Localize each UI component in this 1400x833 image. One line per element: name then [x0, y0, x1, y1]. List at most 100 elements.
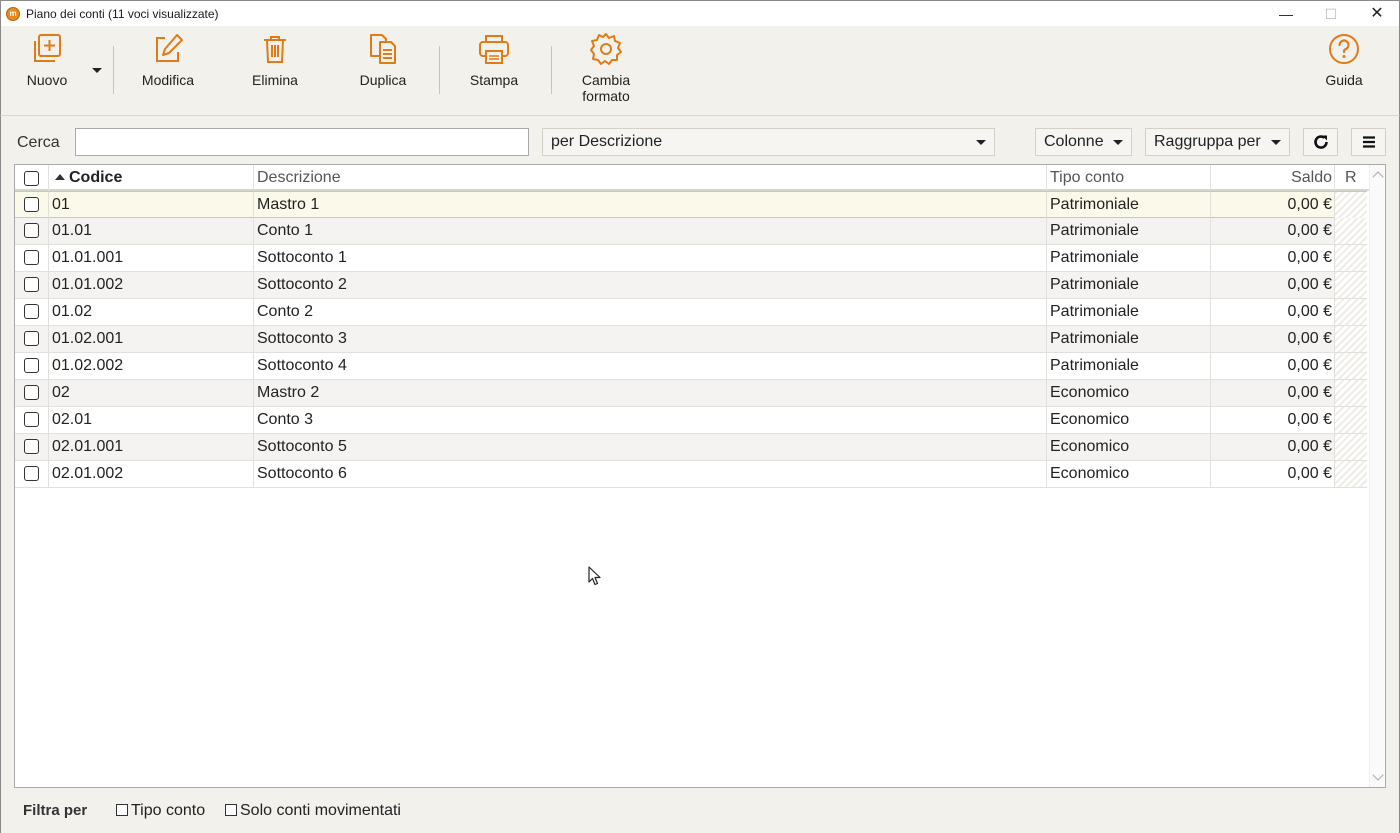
cell-r — [1335, 461, 1367, 487]
cell-code: 01.02.001 — [52, 330, 124, 347]
delete-button[interactable]: Elimina — [246, 32, 304, 112]
edit-button[interactable]: Modifica — [134, 32, 202, 112]
table-row[interactable]: 01.02 Conto 2 Patrimoniale 0,00 € — [15, 299, 1367, 326]
row-checkbox[interactable] — [24, 439, 39, 454]
close-button[interactable]: ✕ — [1354, 1, 1400, 27]
cell-account-type: Patrimoniale — [1050, 196, 1139, 213]
cell-r — [1335, 245, 1367, 271]
refresh-button[interactable] — [1303, 128, 1338, 156]
title-bar: m Piano dei conti (11 voci visualizzate)… — [0, 0, 1400, 26]
cell-description: Sottoconto 4 — [257, 357, 347, 374]
new-dropdown-chevron-icon[interactable] — [89, 64, 103, 78]
group-by-label: Raggruppa per — [1154, 133, 1261, 150]
cell-description: Sottoconto 3 — [257, 330, 347, 347]
columns-label: Colonne — [1044, 133, 1104, 150]
cell-balance: 0,00 € — [1287, 465, 1332, 482]
cell-description: Conto 1 — [257, 222, 314, 239]
row-checkbox[interactable] — [24, 223, 39, 238]
scroll-down-icon[interactable] — [1372, 769, 1384, 781]
table-row[interactable]: 02.01 Conto 3 Economico 0,00 € — [15, 407, 1367, 434]
cell-account-type: Economico — [1050, 438, 1130, 455]
cell-r — [1335, 272, 1367, 298]
cell-r — [1335, 380, 1367, 406]
row-checkbox[interactable] — [24, 331, 39, 346]
new-button[interactable]: Nuovo — [21, 32, 73, 112]
column-header-code[interactable]: Codice — [55, 165, 122, 191]
row-checkbox[interactable] — [24, 277, 39, 292]
column-header-balance[interactable]: Saldo — [1212, 165, 1332, 191]
row-checkbox[interactable] — [24, 385, 39, 400]
cell-account-type: Patrimoniale — [1050, 222, 1139, 239]
cell-account-type: Economico — [1050, 384, 1130, 401]
minimize-button[interactable]: — — [1263, 1, 1309, 27]
new-button-label: Nuovo — [26, 72, 68, 88]
help-button[interactable]: Guida — [1321, 32, 1367, 112]
vertical-scrollbar[interactable] — [1369, 165, 1385, 787]
cell-balance: 0,00 € — [1287, 357, 1332, 374]
print-button-label: Stampa — [469, 72, 519, 88]
table-row[interactable]: 01.02.001 Sottoconto 3 Patrimoniale 0,00 € — [15, 326, 1367, 353]
menu-button[interactable] — [1351, 128, 1386, 156]
cell-description: Sottoconto 1 — [257, 249, 347, 266]
cell-description: Mastro 1 — [257, 196, 320, 213]
column-header-type[interactable]: Tipo conto — [1050, 165, 1124, 191]
accounts-table: Codice Descrizione Tipo conto Saldo R 01… — [14, 164, 1386, 788]
maximize-button[interactable]: ☐ — [1308, 1, 1354, 27]
row-checkbox[interactable] — [24, 197, 39, 212]
row-checkbox[interactable] — [24, 412, 39, 427]
cell-r — [1335, 299, 1367, 325]
duplicate-button[interactable]: Duplica — [353, 32, 413, 112]
table-header: Codice Descrizione Tipo conto Saldo R — [15, 165, 1369, 191]
cell-account-type: Patrimoniale — [1050, 357, 1139, 374]
refresh-icon — [1313, 135, 1328, 149]
delete-button-label: Elimina — [252, 72, 298, 88]
sort-ascending-icon — [55, 174, 65, 180]
row-checkbox[interactable] — [24, 250, 39, 265]
table-row[interactable]: 01.02.002 Sottoconto 4 Patrimoniale 0,00 € — [15, 353, 1367, 380]
select-all-checkbox[interactable] — [24, 171, 39, 186]
table-row[interactable]: 02.01.001 Sottoconto 5 Economico 0,00 € — [15, 434, 1367, 461]
print-button[interactable]: Stampa — [464, 32, 524, 112]
cell-description: Sottoconto 6 — [257, 465, 347, 482]
table-row[interactable]: 01.01.001 Sottoconto 1 Patrimoniale 0,00 € — [15, 245, 1367, 272]
table-row[interactable]: 02 Mastro 2 Economico 0,00 € — [15, 380, 1367, 407]
table-row[interactable]: 01.01.002 Sottoconto 2 Patrimoniale 0,00 € — [15, 272, 1367, 299]
search-input[interactable] — [75, 128, 529, 156]
cell-balance: 0,00 € — [1287, 249, 1332, 266]
cell-account-type: Patrimoniale — [1050, 330, 1139, 347]
scroll-up-icon[interactable] — [1372, 171, 1384, 183]
cell-r — [1335, 218, 1367, 244]
group-by-dropdown[interactable]: Raggruppa per — [1145, 128, 1290, 156]
search-field-select[interactable]: per Descrizione — [542, 128, 995, 156]
filter-only-moved[interactable]: Solo conti movimentati — [225, 802, 401, 820]
cell-r — [1335, 353, 1367, 379]
row-checkbox[interactable] — [24, 304, 39, 319]
row-checkbox[interactable] — [24, 466, 39, 481]
cell-account-type: Patrimoniale — [1050, 303, 1139, 320]
cell-r — [1335, 192, 1367, 218]
edit-button-label: Modifica — [141, 72, 195, 88]
cell-balance: 0,00 € — [1287, 438, 1332, 455]
filter-account-type-checkbox[interactable] — [116, 804, 128, 816]
table-row[interactable]: 02.01.002 Sottoconto 6 Economico 0,00 € — [15, 461, 1367, 488]
mouse-cursor-icon — [588, 566, 601, 586]
table-row[interactable]: 01 Mastro 1 Patrimoniale 0,00 € — [15, 191, 1367, 218]
cell-description: Mastro 2 — [257, 384, 320, 401]
column-header-r[interactable]: R — [1345, 165, 1357, 191]
cell-code: 01.01.002 — [52, 276, 124, 293]
columns-dropdown[interactable]: Colonne — [1035, 128, 1132, 156]
search-label: Cerca — [17, 134, 60, 151]
cell-r — [1335, 326, 1367, 352]
column-header-description[interactable]: Descrizione — [257, 165, 341, 191]
row-checkbox[interactable] — [24, 358, 39, 373]
filter-only-moved-checkbox[interactable] — [225, 804, 237, 816]
window-title: Piano dei conti (11 voci visualizzate) — [26, 7, 219, 21]
filter-account-type[interactable]: Tipo conto — [116, 802, 205, 820]
toolbar-divider — [439, 46, 440, 94]
cell-r — [1335, 407, 1367, 433]
cell-description: Sottoconto 5 — [257, 438, 347, 455]
trash-icon — [264, 36, 286, 63]
printer-icon — [479, 35, 509, 64]
table-row[interactable]: 01.01 Conto 1 Patrimoniale 0,00 € — [15, 218, 1367, 245]
change-format-button[interactable]: Cambia formato — [571, 32, 641, 112]
